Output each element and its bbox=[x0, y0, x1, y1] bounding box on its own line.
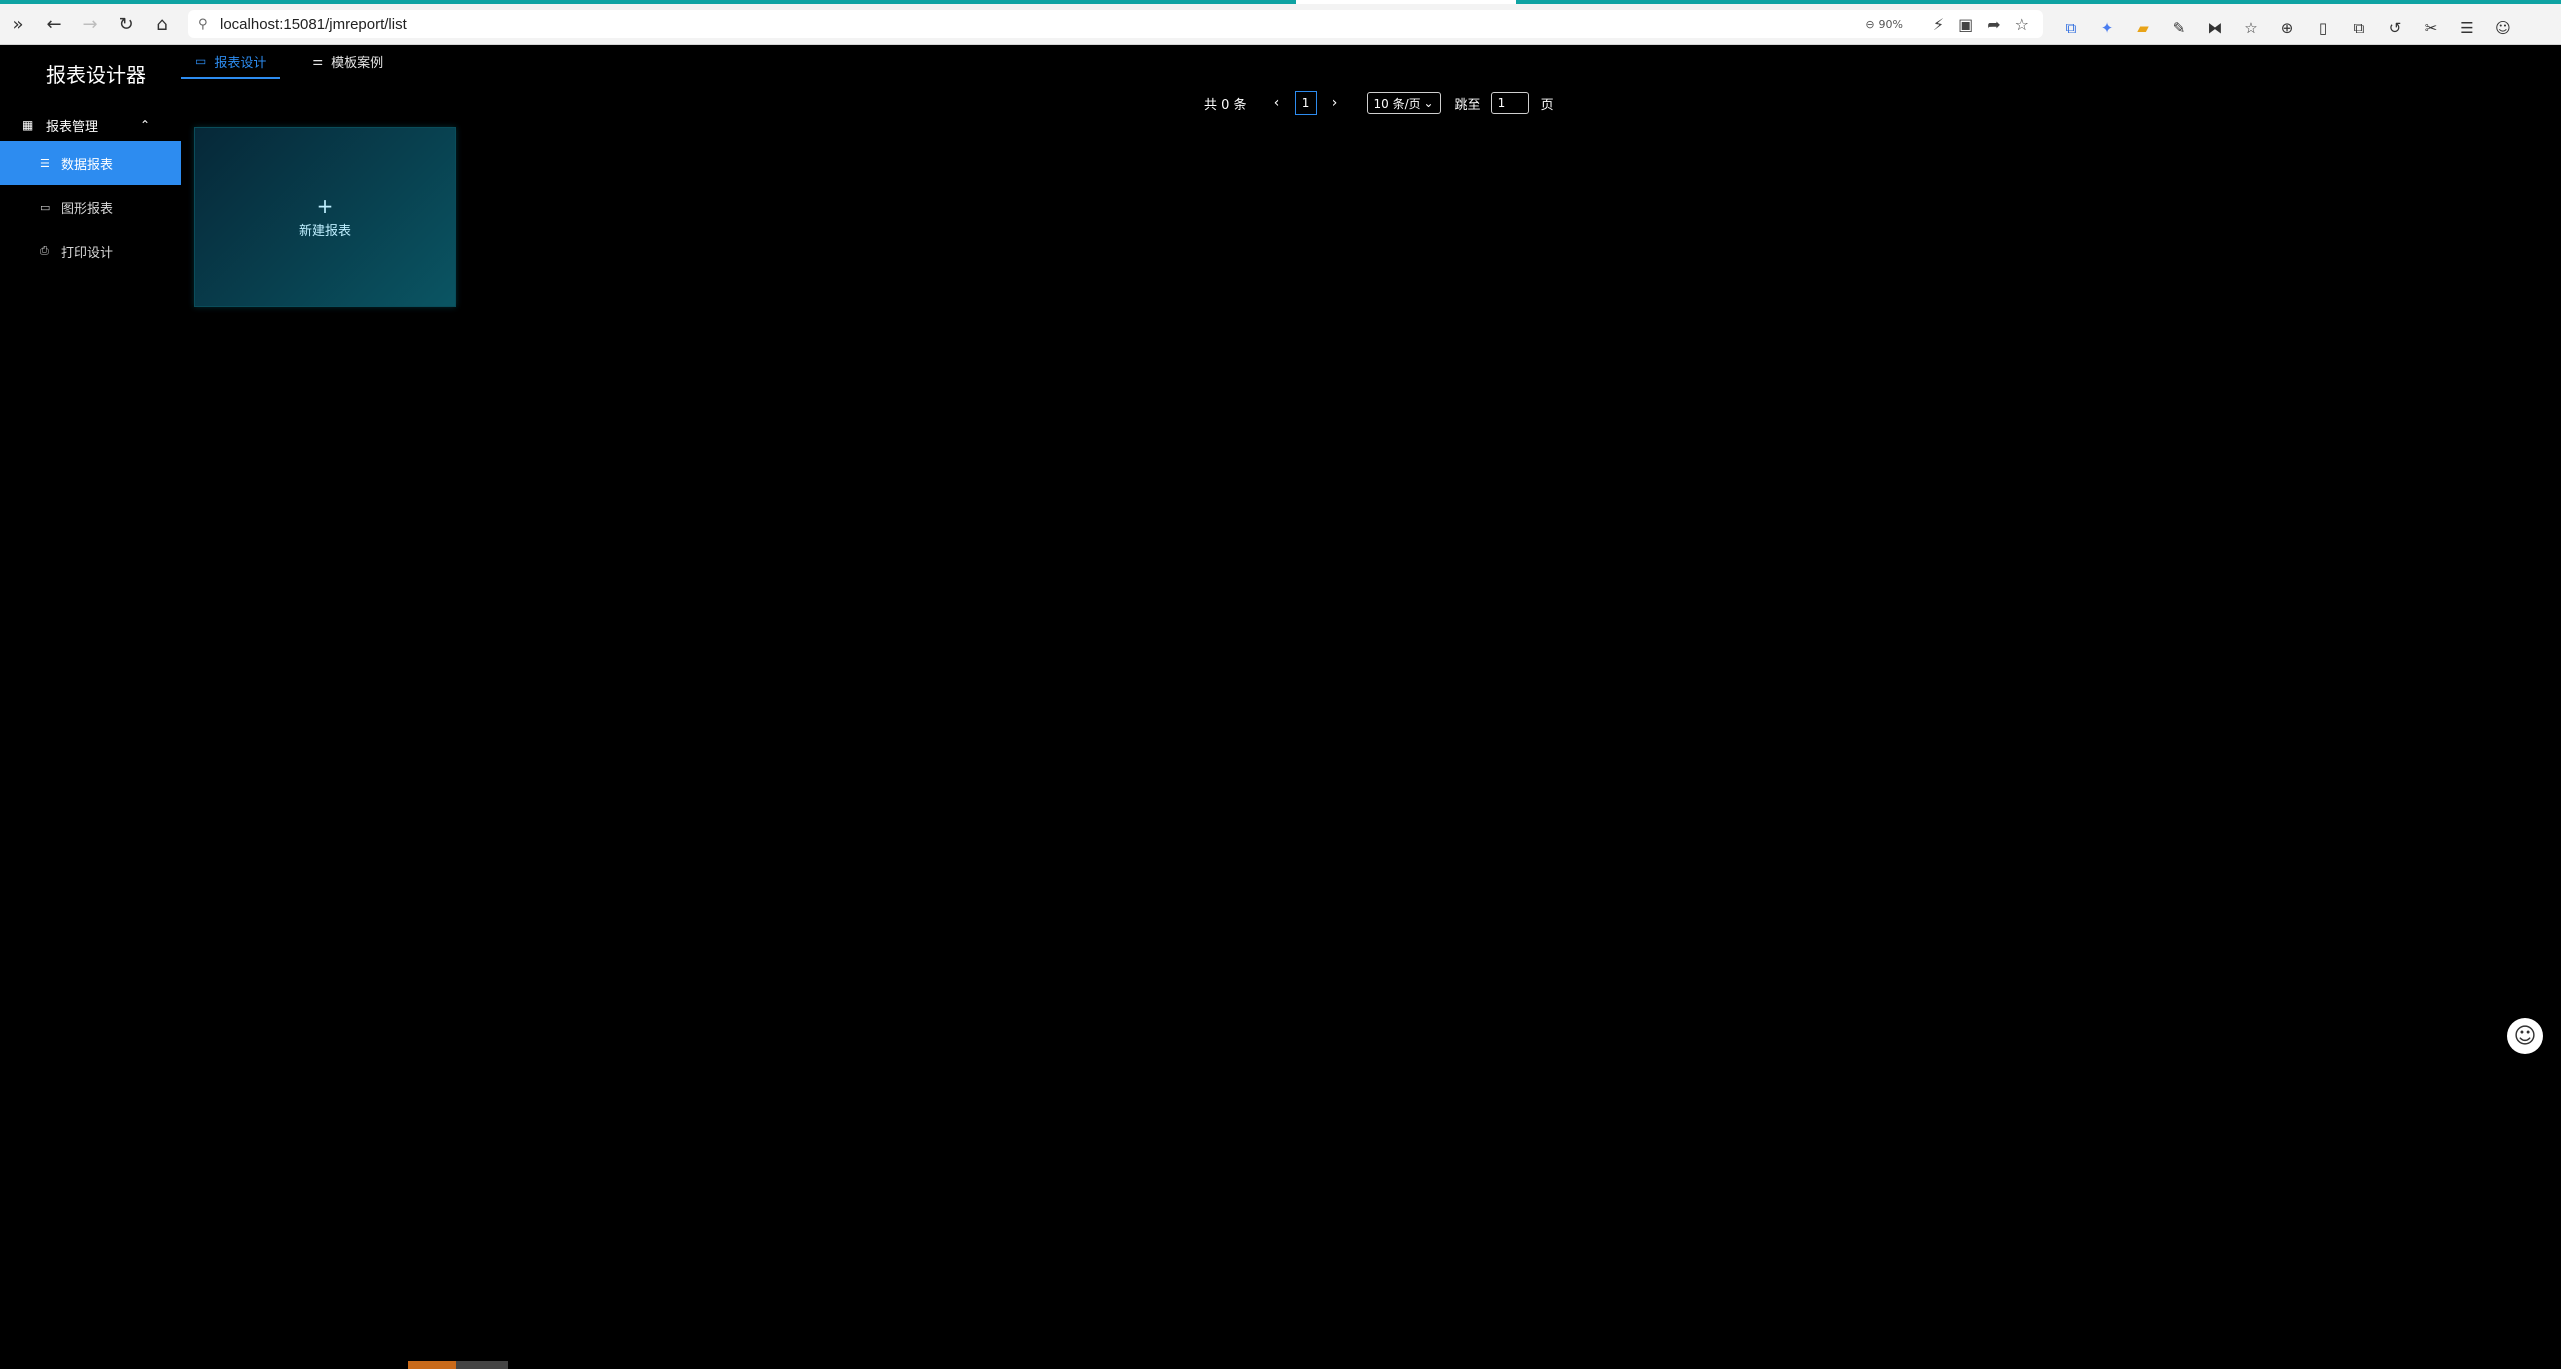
plus-icon: + bbox=[316, 193, 334, 218]
back-icon[interactable]: ← bbox=[36, 4, 72, 44]
pagination-total: 共 0 条 bbox=[1204, 97, 1247, 113]
sidebar-group-report-management[interactable]: ▦ 报表管理 ⌃ bbox=[0, 105, 181, 145]
reload-icon[interactable]: ↻ bbox=[108, 4, 144, 44]
home-icon[interactable]: ⌂ bbox=[144, 4, 180, 44]
sidebar: 报表设计器 ▦ 报表管理 ⌃ ☰ 数据报表 ▭ 图形报表 ⎙ 打印设计 bbox=[0, 45, 181, 1369]
jump-page-input[interactable] bbox=[1490, 92, 1529, 114]
sidebar-item-print-design[interactable]: ⎙ 打印设计 bbox=[0, 229, 181, 273]
app-title: 报表设计器 bbox=[46, 63, 146, 87]
top-tabs: ▭ 报表设计 ⚌ 模板案例 bbox=[181, 45, 415, 79]
grid-icon: ▦ bbox=[22, 118, 34, 132]
sidebar-item-data-report[interactable]: ☰ 数据报表 bbox=[0, 141, 181, 185]
extensions-icon[interactable]: ⧓ bbox=[2204, 17, 2226, 39]
reader-icon[interactable]: ▣ bbox=[1958, 15, 1973, 34]
browser-toolbar: » ← → ↻ ⌂ ⚲ localhost:15081/jmreport/lis… bbox=[0, 4, 2561, 45]
bolt-icon[interactable]: ⚡ bbox=[1933, 15, 1944, 34]
tab-label: 报表设计 bbox=[214, 55, 267, 71]
zoom-indicator[interactable]: ⊖ 90% bbox=[1865, 10, 1903, 38]
menu-icon[interactable]: ☰ bbox=[2456, 17, 2478, 39]
address-bar-actions: ⚡ ▣ ➦ ☆ bbox=[1933, 10, 2029, 38]
chart-icon: ▭ bbox=[40, 200, 51, 214]
jump-label: 跳至 bbox=[1454, 97, 1481, 113]
monitor-icon: ▭ bbox=[195, 54, 207, 68]
page-size-value: 10 条/页 bbox=[1373, 96, 1421, 111]
extension-icons: ⧉ ✦ ▰ ✎ ⧓ ☆ ⊕ ▯ ⧉ ↺ ✂ ☰ ☺ bbox=[2060, 8, 2514, 48]
chevron-up-icon: ⌃ bbox=[140, 118, 151, 132]
sidebar-item-label: 打印设计 bbox=[61, 245, 114, 261]
share-icon[interactable]: ➦ bbox=[1987, 15, 2000, 34]
pagination: 共 0 条 ‹ 1 › 10 条/页 ⌄ 跳至 页 bbox=[1204, 89, 1554, 117]
collections-icon[interactable]: ⧉ bbox=[2348, 17, 2370, 39]
sidebar-item-label: 图形报表 bbox=[61, 201, 114, 217]
address-bar[interactable]: ⚲ localhost:15081/jmreport/list ⊖ 90% ⚡ … bbox=[188, 10, 2043, 38]
taskbar-active-indicator bbox=[408, 1361, 456, 1369]
new-report-card[interactable]: + 新建报表 bbox=[194, 127, 456, 307]
pagination-current-page[interactable]: 1 bbox=[1294, 91, 1317, 115]
prev-page-icon[interactable]: ‹ bbox=[1267, 95, 1287, 111]
sidebar-item-label: 数据报表 bbox=[61, 157, 114, 173]
assistant-avatar-icon[interactable]: ☺ bbox=[2507, 1018, 2543, 1054]
pen-icon[interactable]: ✎ bbox=[2168, 17, 2190, 39]
forward-icon[interactable]: → bbox=[72, 4, 108, 44]
folder-icon[interactable]: ▰ bbox=[2132, 17, 2154, 39]
taskbar-indicator bbox=[408, 1361, 508, 1369]
page-size-select[interactable]: 10 条/页 ⌄ bbox=[1366, 92, 1441, 114]
zoom-level: 90% bbox=[1878, 17, 1903, 31]
next-page-icon[interactable]: › bbox=[1325, 95, 1345, 111]
search-icon: ⚲ bbox=[198, 16, 208, 32]
scissors-icon[interactable]: ✂ bbox=[2420, 17, 2442, 39]
list-icon: ☰ bbox=[40, 156, 50, 170]
chevron-down-icon: ⌄ bbox=[1423, 96, 1434, 110]
profile-icon[interactable]: ☺ bbox=[2492, 17, 2514, 39]
app-root: 报表设计器 ▦ 报表管理 ⌃ ☰ 数据报表 ▭ 图形报表 ⎙ 打印设计 ▭ 报表… bbox=[0, 45, 2561, 1369]
tab-report-design[interactable]: ▭ 报表设计 bbox=[181, 45, 281, 79]
page-unit-label: 页 bbox=[1540, 97, 1554, 113]
sidebar-group-label: 报表管理 bbox=[46, 119, 99, 135]
bookmark-star-icon[interactable]: ☆ bbox=[2015, 15, 2029, 34]
sliders-icon: ⚌ bbox=[312, 54, 324, 68]
phone-icon[interactable]: ▯ bbox=[2312, 17, 2334, 39]
printer-icon: ⎙ bbox=[40, 244, 49, 257]
tab-template-examples[interactable]: ⚌ 模板案例 bbox=[298, 45, 397, 77]
translate-icon[interactable]: ⧉ bbox=[2060, 17, 2082, 39]
url-text: localhost:15081/jmreport/list bbox=[220, 15, 407, 33]
download-icon[interactable]: ⊕ bbox=[2276, 17, 2298, 39]
history-icon[interactable]: ↺ bbox=[2384, 17, 2406, 39]
favorites-icon[interactable]: ☆ bbox=[2240, 17, 2262, 39]
sparkle-icon[interactable]: ✦ bbox=[2096, 17, 2118, 39]
new-report-label: 新建报表 bbox=[298, 223, 351, 239]
tab-label: 模板案例 bbox=[331, 55, 384, 71]
sidebar-toggle-icon[interactable]: » bbox=[0, 4, 36, 44]
zoom-icon: ⊖ bbox=[1865, 17, 1875, 31]
sidebar-item-chart-report[interactable]: ▭ 图形报表 bbox=[0, 185, 181, 229]
